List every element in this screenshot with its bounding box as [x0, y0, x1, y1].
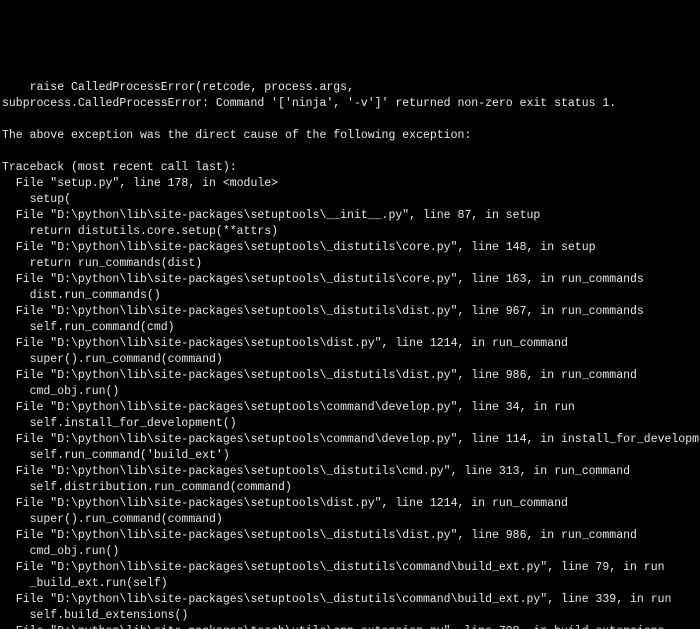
- terminal-line: subprocess.CalledProcessError: Command '…: [2, 96, 698, 112]
- terminal-line: File "D:\python\lib\site-packages\setupt…: [2, 208, 698, 224]
- terminal-line: File "D:\python\lib\site-packages\setupt…: [2, 464, 698, 480]
- terminal-line: dist.run_commands(): [2, 288, 698, 304]
- terminal-line: File "D:\python\lib\site-packages\setupt…: [2, 272, 698, 288]
- terminal-line: cmd_obj.run(): [2, 384, 698, 400]
- terminal-line: File "D:\python\lib\site-packages\setupt…: [2, 240, 698, 256]
- terminal-line: [2, 144, 698, 160]
- terminal-line: File "D:\python\lib\site-packages\setupt…: [2, 304, 698, 320]
- terminal-line: File "D:\python\lib\site-packages\setupt…: [2, 528, 698, 544]
- terminal-line: self.build_extensions(): [2, 608, 698, 624]
- terminal-line: Traceback (most recent call last):: [2, 160, 698, 176]
- terminal-line: self.distribution.run_command(command): [2, 480, 698, 496]
- terminal-output: raise CalledProcessError(retcode, proces…: [0, 80, 700, 629]
- terminal-line: File "D:\python\lib\site-packages\setupt…: [2, 560, 698, 576]
- terminal-line: cmd_obj.run(): [2, 544, 698, 560]
- terminal-line: File "D:\python\lib\site-packages\setupt…: [2, 336, 698, 352]
- terminal-line: The above exception was the direct cause…: [2, 128, 698, 144]
- terminal-line: super().run_command(command): [2, 512, 698, 528]
- terminal-line: File "D:\python\lib\site-packages\setupt…: [2, 432, 698, 448]
- terminal-line: File "D:\python\lib\site-packages\setupt…: [2, 368, 698, 384]
- terminal-line: File "D:\python\lib\site-packages\setupt…: [2, 496, 698, 512]
- terminal-line: File "setup.py", line 178, in <module>: [2, 176, 698, 192]
- terminal-line: return distutils.core.setup(**attrs): [2, 224, 698, 240]
- terminal-line: raise CalledProcessError(retcode, proces…: [2, 80, 698, 96]
- terminal-line: _build_ext.run(self): [2, 576, 698, 592]
- terminal-line: return run_commands(dist): [2, 256, 698, 272]
- terminal-line: super().run_command(command): [2, 352, 698, 368]
- terminal-line: self.install_for_development(): [2, 416, 698, 432]
- terminal-line: self.run_command('build_ext'): [2, 448, 698, 464]
- terminal-line: [2, 112, 698, 128]
- terminal-line: setup(: [2, 192, 698, 208]
- terminal-line: File "D:\python\lib\site-packages\setupt…: [2, 400, 698, 416]
- terminal-line: self.run_command(cmd): [2, 320, 698, 336]
- terminal-line: File "D:\python\lib\site-packages\torch\…: [2, 624, 698, 629]
- terminal-line: File "D:\python\lib\site-packages\setupt…: [2, 592, 698, 608]
